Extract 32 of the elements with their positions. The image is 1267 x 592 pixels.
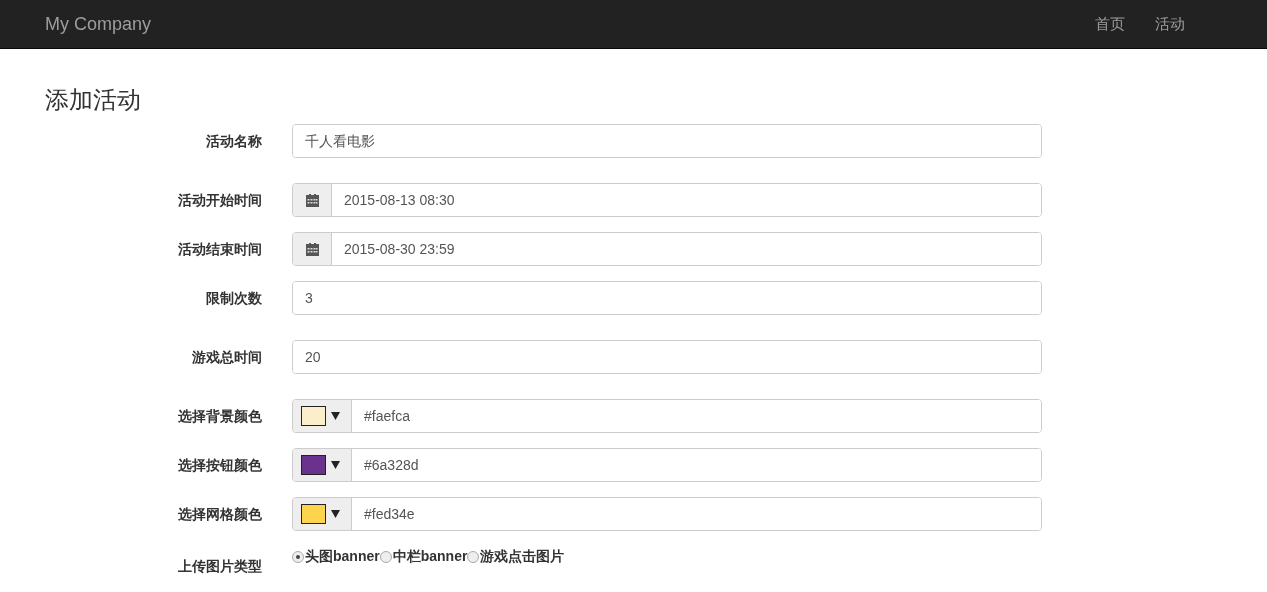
radio-option[interactable]: 中栏banner bbox=[379, 546, 468, 567]
calendar-addon[interactable] bbox=[293, 233, 332, 265]
radio-icon[interactable] bbox=[292, 550, 304, 563]
field-label: 活动开始时间 bbox=[178, 192, 262, 208]
field-label: 活动结束时间 bbox=[178, 241, 262, 257]
caret-icon bbox=[331, 510, 340, 518]
radio-icon[interactable] bbox=[379, 550, 392, 563]
color-picker-button[interactable] bbox=[293, 400, 352, 432]
calendar-icon bbox=[305, 193, 319, 207]
input-field[interactable]: 20 bbox=[293, 341, 1041, 373]
input-field[interactable]: 千人看电影 bbox=[293, 125, 1041, 157]
nav-link[interactable]: 活动 bbox=[1155, 12, 1185, 36]
caret-icon bbox=[331, 412, 340, 420]
nav-link[interactable]: 首页 bbox=[1095, 12, 1125, 36]
brand-link[interactable]: My Company bbox=[45, 10, 152, 38]
color-picker-button[interactable] bbox=[293, 498, 352, 530]
field-label: 选择背景颜色 bbox=[178, 408, 262, 424]
calendar-icon bbox=[305, 242, 319, 256]
page-title: 添加活动 bbox=[45, 85, 142, 115]
field-label: 游戏总时间 bbox=[192, 349, 262, 365]
calendar-addon[interactable] bbox=[293, 184, 332, 216]
color-picker-button[interactable] bbox=[293, 449, 352, 481]
field-label: 上传图片类型 bbox=[178, 558, 262, 574]
radio-icon[interactable] bbox=[467, 550, 480, 563]
field-label: 选择按钮颜色 bbox=[178, 457, 262, 473]
input-field[interactable]: 3 bbox=[293, 282, 1041, 314]
field-label: 活动名称 bbox=[206, 133, 262, 149]
field-label: 选择网格颜色 bbox=[178, 506, 262, 522]
radio-option[interactable]: 头图banner bbox=[292, 546, 380, 567]
field-label: 限制次数 bbox=[206, 290, 262, 306]
caret-icon bbox=[331, 461, 340, 469]
radio-option[interactable]: 游戏点击图片 bbox=[467, 546, 565, 567]
